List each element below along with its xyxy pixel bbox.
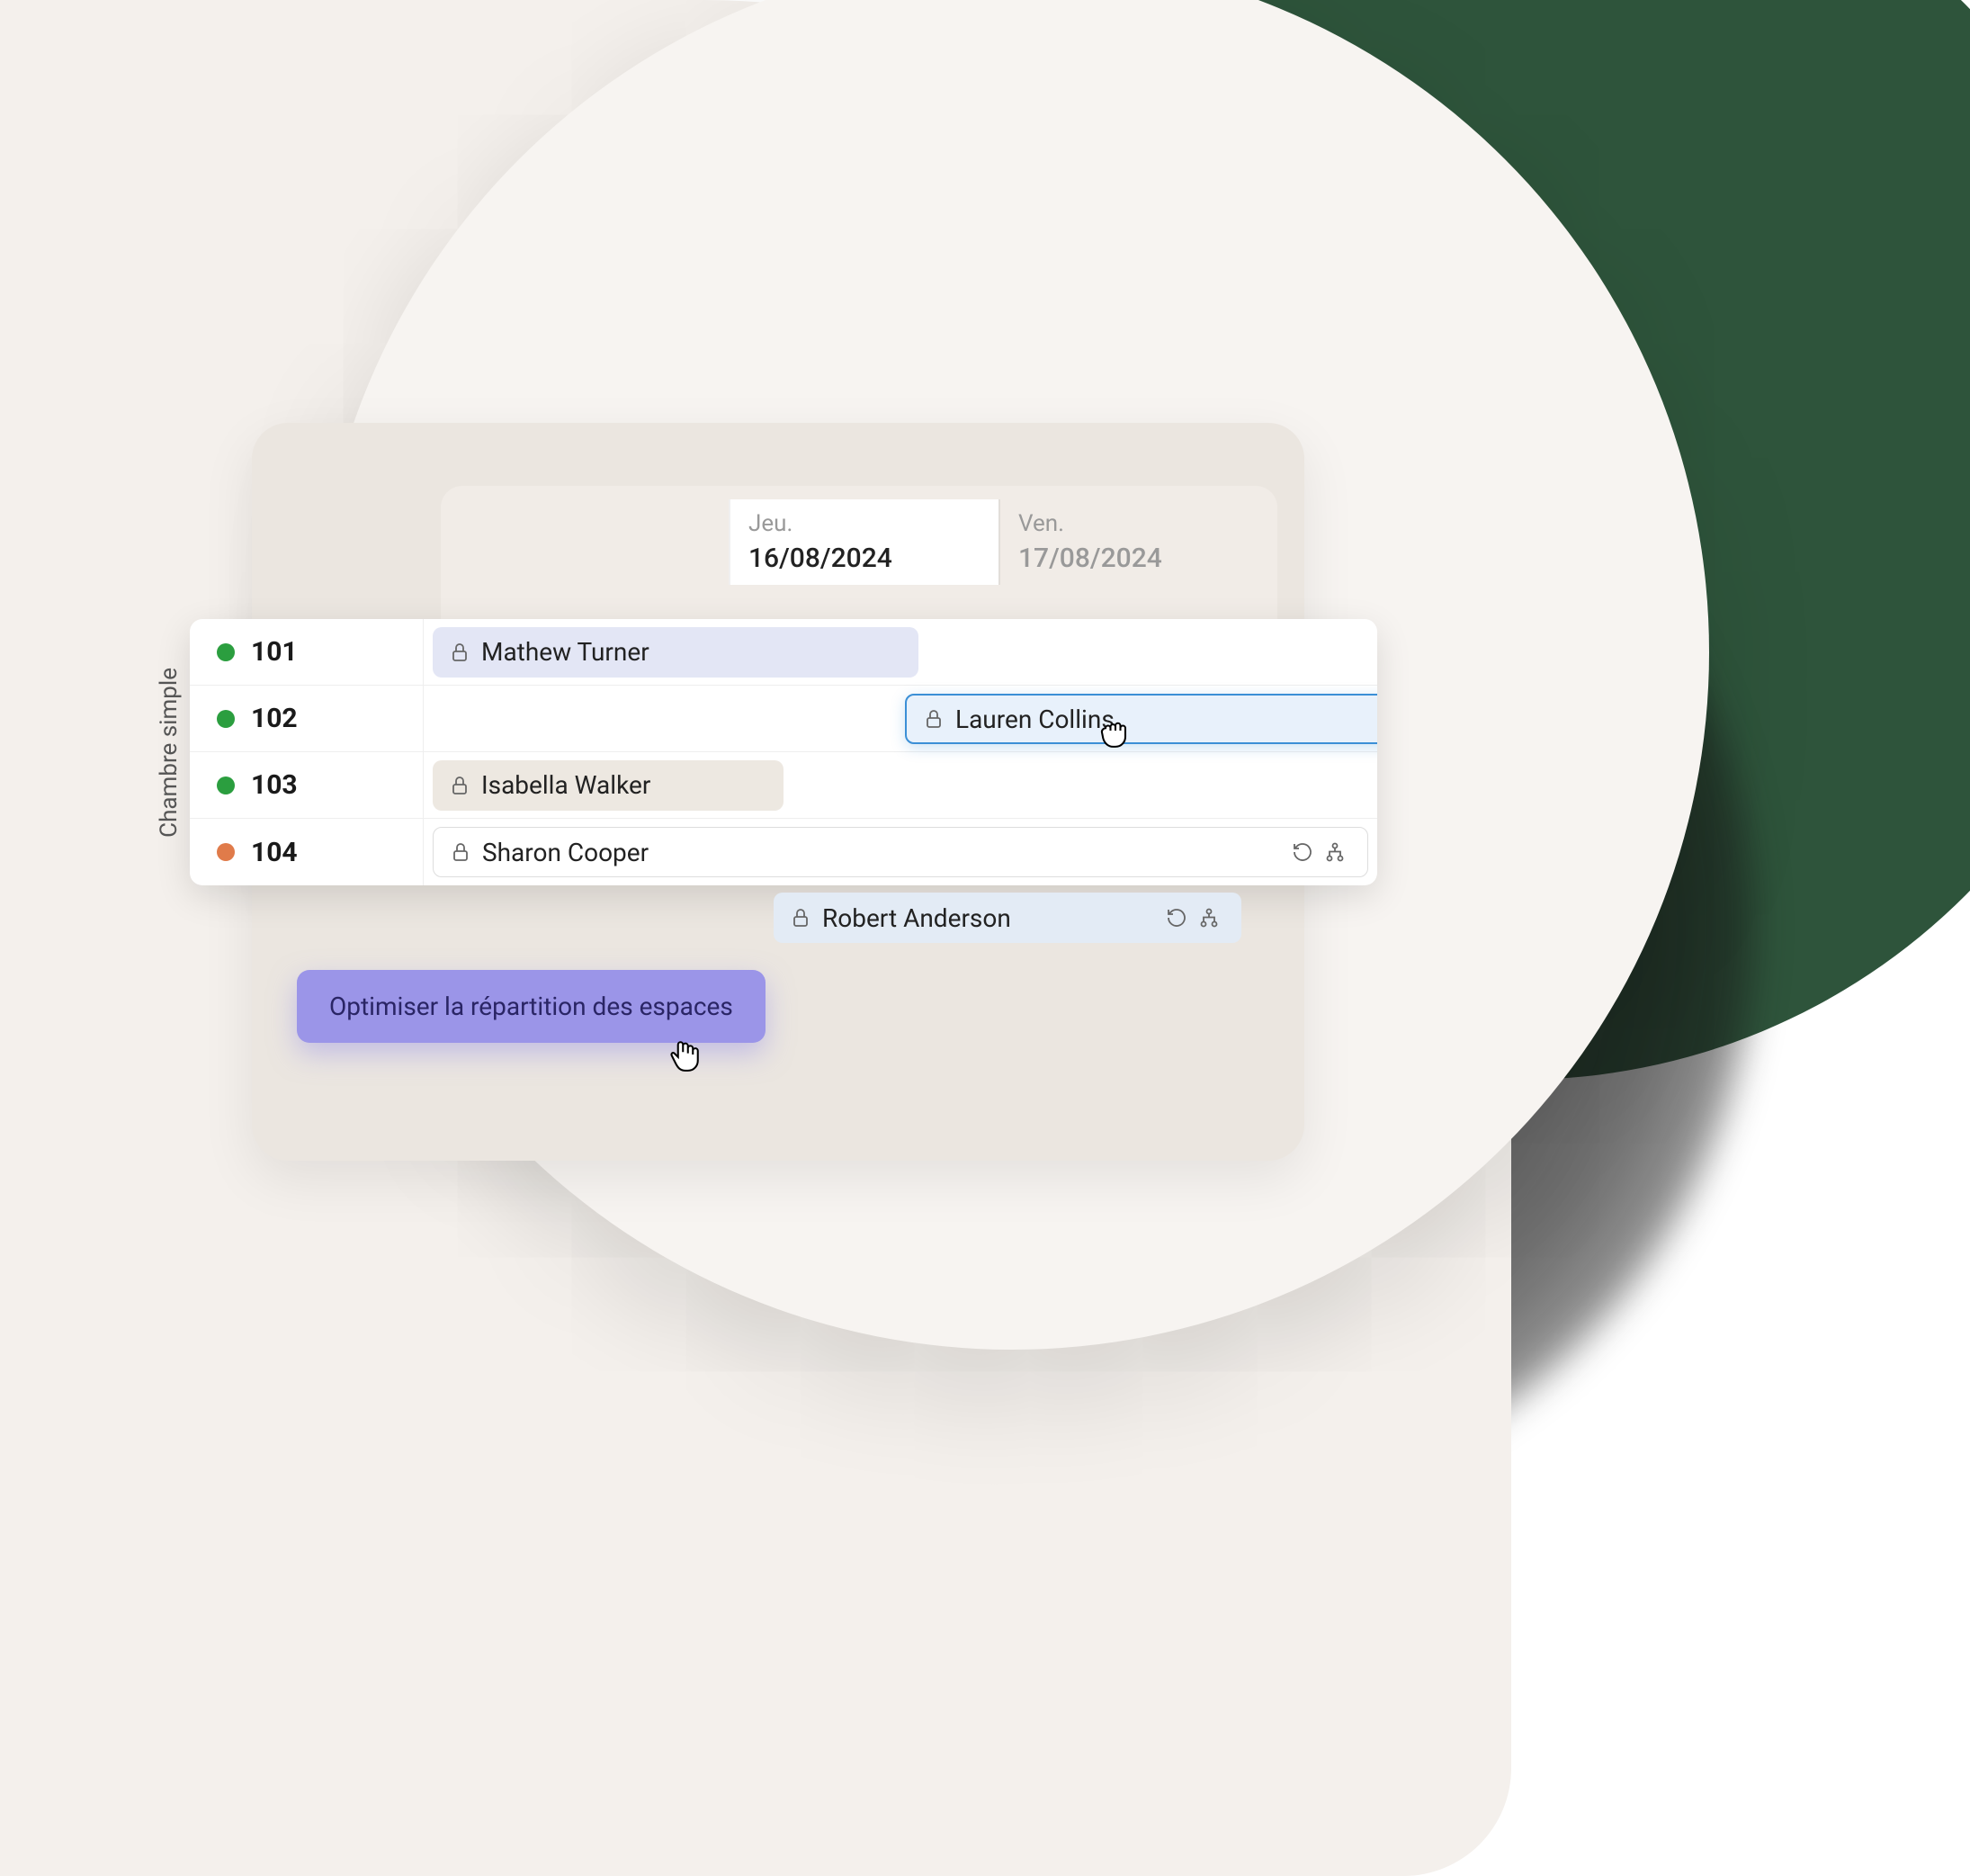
guest-name: Isabella Walker bbox=[481, 770, 650, 800]
date-label: 17/08/2024 bbox=[1018, 543, 1250, 574]
booking-block[interactable]: Isabella Walker bbox=[433, 760, 784, 811]
hierarchy-icon[interactable] bbox=[1198, 907, 1220, 929]
room-category-label: Chambre simple bbox=[148, 650, 190, 856]
rooms-grid: 101 Mathew Turner 102 Lauren Collins bbox=[190, 619, 1377, 885]
room-number: 102 bbox=[251, 703, 298, 734]
lock-icon bbox=[923, 708, 945, 730]
lock-icon bbox=[449, 642, 470, 663]
guest-name: Lauren Collins bbox=[955, 705, 1115, 734]
room-number: 103 bbox=[251, 769, 298, 801]
optimize-button[interactable]: Optimiser la répartition des espaces bbox=[297, 970, 766, 1043]
booking-block-floating[interactable]: Robert Anderson bbox=[774, 893, 1241, 943]
refresh-icon[interactable] bbox=[1166, 907, 1187, 929]
room-row: 102 Lauren Collins bbox=[190, 686, 1377, 752]
cursor-pointer-icon bbox=[666, 1035, 705, 1074]
status-dot-icon bbox=[217, 776, 235, 794]
guest-name: Mathew Turner bbox=[481, 637, 649, 667]
room-label: 102 bbox=[190, 686, 424, 751]
room-number: 104 bbox=[251, 837, 298, 868]
hierarchy-icon[interactable] bbox=[1324, 841, 1346, 863]
booking-block-selected[interactable]: Lauren Collins bbox=[905, 694, 1377, 744]
status-dot-icon bbox=[217, 643, 235, 661]
room-label: 103 bbox=[190, 752, 424, 818]
refresh-icon[interactable] bbox=[1292, 841, 1313, 863]
booking-block[interactable]: Sharon Cooper bbox=[433, 827, 1368, 877]
room-number: 101 bbox=[251, 636, 298, 668]
guest-name: Robert Anderson bbox=[822, 903, 1011, 933]
status-dot-icon bbox=[217, 843, 235, 861]
lock-icon bbox=[450, 841, 471, 863]
room-row: 103 Isabella Walker bbox=[190, 752, 1377, 819]
lock-icon bbox=[790, 907, 811, 929]
date-label: 16/08/2024 bbox=[748, 543, 981, 574]
booking-block[interactable]: Mathew Turner bbox=[433, 627, 918, 678]
date-column-friday[interactable]: Ven. 17/08/2024 bbox=[998, 499, 1268, 585]
room-label: 101 bbox=[190, 619, 424, 685]
room-label: 104 bbox=[190, 819, 424, 885]
status-dot-icon bbox=[217, 710, 235, 728]
room-row: 104 Sharon Cooper bbox=[190, 819, 1377, 885]
rooms-container: Chambre simple 101 Mathew Turner 102 Lau… bbox=[148, 619, 1404, 885]
day-label: Ven. bbox=[1018, 510, 1250, 537]
lock-icon bbox=[449, 775, 470, 796]
guest-name: Sharon Cooper bbox=[482, 838, 649, 867]
room-row: 101 Mathew Turner bbox=[190, 619, 1377, 686]
date-headers: Jeu. 16/08/2024 Ven. 17/08/2024 bbox=[729, 499, 1268, 585]
cursor-grab-icon bbox=[1096, 711, 1135, 750]
day-label: Jeu. bbox=[748, 510, 981, 537]
date-column-thursday[interactable]: Jeu. 16/08/2024 bbox=[729, 499, 998, 585]
